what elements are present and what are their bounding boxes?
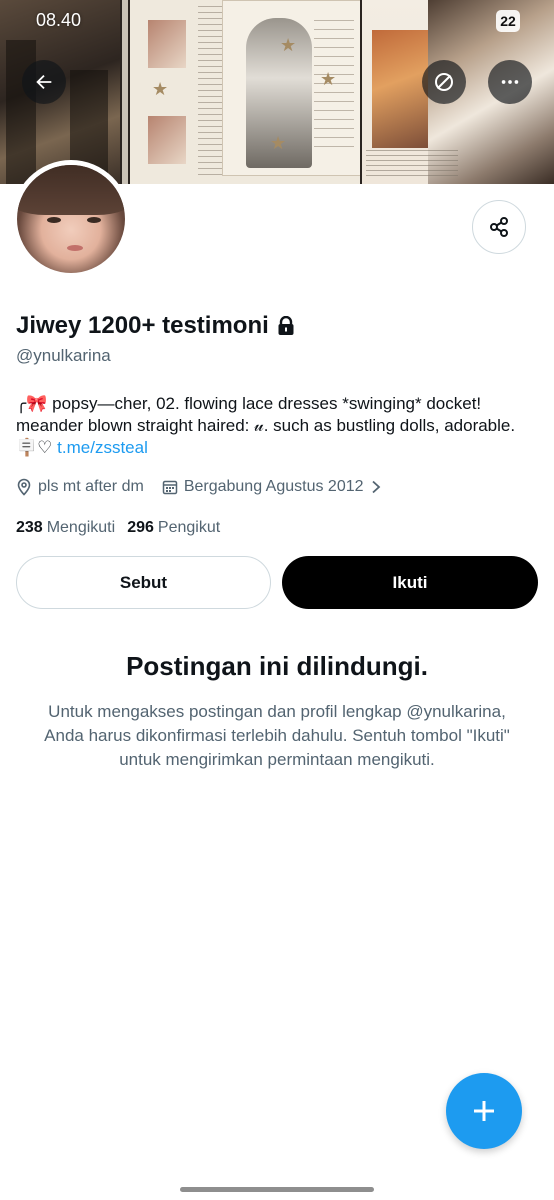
- display-name: Jiwey 1200+ testimoni: [16, 312, 269, 339]
- joined-item[interactable]: Bergabung Agustus 2012: [162, 478, 382, 496]
- banner-photo-book: ★ ★ ★ ★: [130, 0, 360, 184]
- home-indicator[interactable]: [180, 1187, 374, 1192]
- battery-indicator: 22: [496, 10, 520, 32]
- location-pin-icon: [17, 478, 31, 496]
- avatar[interactable]: [12, 160, 130, 278]
- share-button[interactable]: [472, 200, 526, 254]
- avatar-image: [17, 165, 125, 273]
- arrow-left-icon: [36, 74, 52, 90]
- more-button[interactable]: [488, 60, 532, 104]
- follow-button[interactable]: Ikuti: [282, 556, 538, 609]
- joined-text: Bergabung Agustus 2012: [183, 478, 364, 495]
- status-time: 08.40: [36, 10, 82, 30]
- block-button[interactable]: [422, 60, 466, 104]
- circle-slash-icon: [435, 73, 453, 91]
- display-name-row: Jiwey 1200+ testimoni: [16, 312, 295, 340]
- bio-link[interactable]: t.me/zssteal: [57, 438, 148, 457]
- mention-button[interactable]: Sebut: [16, 556, 271, 609]
- handle: @ynulkarina: [16, 346, 111, 365]
- following-count: 238: [16, 519, 43, 536]
- chevron-right-icon: [371, 480, 380, 494]
- profile-meta: pls mt after dm Bergabung Agustus 2012: [16, 478, 400, 496]
- calendar-icon: [162, 480, 178, 495]
- followers-label: Pengikut: [157, 519, 221, 536]
- followers-count: 296: [127, 519, 154, 536]
- compose-button[interactable]: [446, 1073, 522, 1149]
- header-banner[interactable]: ★ ★ ★ ★ 08.40 22: [0, 0, 554, 184]
- protected-body: Untuk mengakses postingan dan profil len…: [44, 702, 510, 769]
- protected-title: Postingan ini dilindungi.: [126, 651, 428, 681]
- location-item: pls mt after dm: [16, 478, 144, 496]
- plus-icon: [474, 1101, 494, 1121]
- banner-divider: [122, 0, 128, 184]
- back-button[interactable]: [22, 60, 66, 104]
- lock-icon: [278, 316, 294, 335]
- following-stat[interactable]: 238 Mengikuti: [16, 519, 115, 537]
- more-horizontal-icon: [501, 80, 519, 84]
- bio: ╭🎀 popsy—cher, 02. flowing lace dresses …: [16, 393, 540, 459]
- share-icon: [490, 217, 508, 237]
- location-text: pls mt after dm: [38, 478, 144, 495]
- follow-stats: 238 Mengikuti 296 Pengikut: [16, 519, 220, 537]
- following-label: Mengikuti: [46, 519, 116, 536]
- followers-stat[interactable]: 296 Pengikut: [127, 519, 220, 537]
